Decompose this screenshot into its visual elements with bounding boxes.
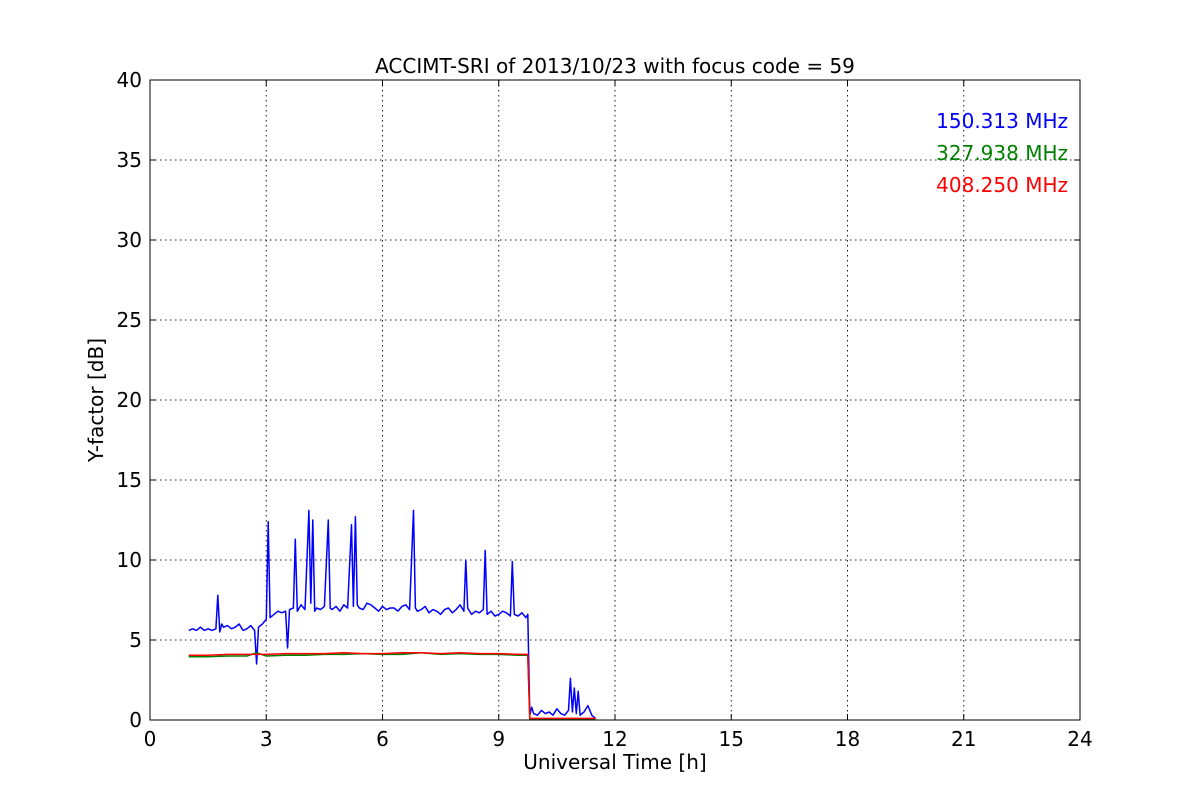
x-tick-label: 3	[260, 727, 273, 751]
y-tick-label: 15	[117, 468, 142, 492]
x-tick-label: 6	[376, 727, 389, 751]
x-tick-label: 18	[835, 727, 860, 751]
y-tick-label: 35	[117, 148, 142, 172]
y-tick-label: 25	[117, 308, 142, 332]
y-tick-label: 10	[117, 548, 142, 572]
y-tick-label: 0	[129, 708, 142, 732]
chart: 0 3 6 9 12 15 18 21 24 0 5 10 15 20 25 30 35 40 ACCIMT-SR…	[0, 0, 1200, 800]
y-tick-label: 40	[117, 68, 142, 92]
y-tick-label: 20	[117, 388, 142, 412]
x-tick-label: 12	[602, 727, 627, 751]
y-axis-label: Y-factor [dB]	[84, 338, 108, 463]
legend-entry: 408.250 MHz	[936, 173, 1068, 197]
legend-entry: 327.938 MHz	[936, 141, 1068, 165]
legend-entry: 150.313 MHz	[936, 109, 1068, 133]
y-tick-label: 30	[117, 228, 142, 252]
x-tick-label: 15	[719, 727, 744, 751]
y-tick-label: 5	[129, 628, 142, 652]
x-tick-label: 9	[492, 727, 505, 751]
legend: 150.313 MHz 327.938 MHz 408.250 MHz	[936, 109, 1068, 197]
x-tick-label: 0	[144, 727, 157, 751]
x-axis-label: Universal Time [h]	[523, 750, 706, 774]
chart-title: ACCIMT-SRI of 2013/10/23 with focus code…	[375, 54, 855, 78]
x-tick-label: 24	[1067, 727, 1092, 751]
x-tick-label: 21	[951, 727, 976, 751]
